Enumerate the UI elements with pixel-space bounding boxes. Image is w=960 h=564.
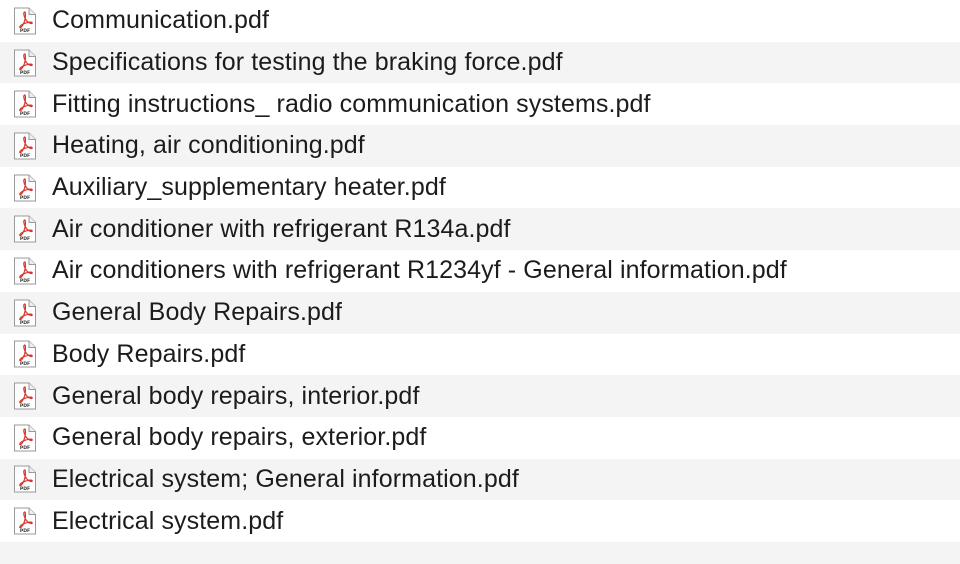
file-name: Electrical system; General information.p… [52,464,519,493]
file-row[interactable]: Body Repairs.pdf [0,333,960,376]
file-row[interactable]: Heating, air conditioning.pdf [0,125,960,167]
file-row[interactable]: Specifications for testing the braking f… [0,41,960,84]
file-name: Auxiliary_supplementary heater.pdf [52,173,446,202]
pdf-file-icon [13,131,37,160]
file-row[interactable]: Electrical system.pdf [0,500,960,542]
pdf-file-icon [13,382,37,411]
pdf-file-icon [13,507,37,536]
file-list: Communication.pdf Specifications for tes… [0,0,960,542]
list-empty-area [0,541,960,564]
pdf-file-icon [13,215,37,244]
pdf-file-icon [13,173,37,202]
file-name: General body repairs, interior.pdf [52,381,420,410]
file-row[interactable]: Electrical system; General information.p… [0,458,960,501]
file-name: Electrical system.pdf [52,506,284,535]
file-name: General Body Repairs.pdf [52,298,343,327]
pdf-file-icon [13,6,37,35]
pdf-file-icon [13,465,37,494]
pdf-file-icon [13,90,37,119]
file-name: General body repairs, exterior.pdf [52,423,427,452]
pdf-file-icon [13,48,37,77]
file-row[interactable]: Air conditioners with refrigerant R1234y… [0,250,960,292]
file-row[interactable]: Communication.pdf [0,0,960,42]
pdf-file-icon [13,298,37,327]
file-row[interactable]: General body repairs, exterior.pdf [0,416,960,459]
pdf-file-icon [13,423,37,452]
file-row[interactable]: Air conditioner with refrigerant R134a.p… [0,208,960,251]
file-name: Body Repairs.pdf [52,339,246,368]
file-name: Air conditioners with refrigerant R1234y… [52,256,787,285]
file-row[interactable]: Fitting instructions_ radio communicatio… [0,83,960,126]
file-name: Communication.pdf [52,6,270,35]
file-row[interactable]: General body repairs, interior.pdf [0,375,960,417]
file-row[interactable]: General Body Repairs.pdf [0,291,960,334]
file-name: Air conditioner with refrigerant R134a.p… [52,214,511,243]
file-name: Specifications for testing the braking f… [52,48,563,77]
file-row[interactable]: Auxiliary_supplementary heater.pdf [0,166,960,209]
pdf-file-icon [13,340,37,369]
file-name: Fitting instructions_ radio communicatio… [52,89,651,118]
pdf-file-icon [13,256,37,285]
file-name: Heating, air conditioning.pdf [52,131,365,160]
